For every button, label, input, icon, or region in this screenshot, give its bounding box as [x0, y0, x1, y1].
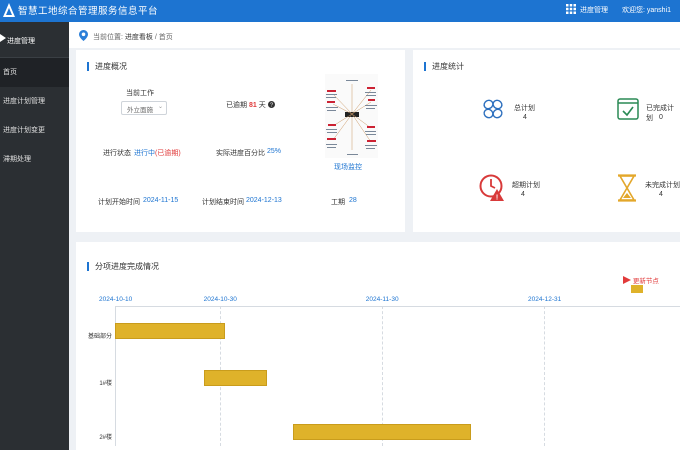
breadcrumb-prefix: 当前位置:	[93, 34, 123, 41]
status-overdue: (已逾期)	[155, 150, 181, 157]
stats-title: 进度统计	[424, 62, 464, 71]
stat-completed-label: 已完成计划	[646, 105, 674, 122]
breadcrumb-section[interactable]: 进度看板	[125, 34, 153, 41]
plan-end-label: 计划结束时间	[202, 199, 244, 206]
app-logo-icon	[3, 3, 15, 17]
gantt-legend: 更新节点	[623, 275, 680, 294]
gantt-x-tick-label: 2024-10-10	[99, 296, 133, 303]
overdue-clock-icon: !	[479, 174, 504, 202]
sidebar: 进度管理 首页 进度计划管理 进度计划变更 滞期处理	[0, 22, 69, 450]
top-bar: 智慧工地综合管理服务信息平台 进度管理 欢迎您: yanshi1	[0, 0, 680, 22]
overdue-prefix: 已逾期	[226, 102, 247, 109]
stat-overdue-value: 4	[521, 191, 525, 198]
stat-unfinished-label: 未完成计划	[645, 182, 680, 189]
gantt-x-axis-line	[115, 306, 680, 307]
sidebar-item-plan-change[interactable]: 进度计划变更	[0, 116, 69, 145]
update-node-marker-icon	[623, 276, 631, 284]
gantt-gridline	[543, 306, 545, 446]
duration-value: 28	[349, 197, 357, 204]
sidebar-collapse-icon[interactable]	[0, 34, 6, 42]
gantt-row-label: 2#楼	[99, 435, 112, 441]
check-window-icon	[617, 98, 639, 120]
sidebar-item-plan-management[interactable]: 进度计划管理	[0, 87, 69, 116]
user-welcome[interactable]: 欢迎您: yanshi1	[622, 5, 671, 15]
status-value: 进行中(已逾期)	[134, 148, 181, 158]
overview-title: 进度概况	[87, 62, 127, 71]
breadcrumb: 当前位置: 进度看板 / 首页	[69, 22, 680, 48]
actual-percent-label: 实际进度百分比	[216, 150, 265, 157]
mind-map-thumbnail[interactable]	[325, 74, 378, 158]
gantt-bar[interactable]	[115, 323, 225, 339]
gantt-row-label: 基础部分	[87, 334, 112, 340]
stat-overdue-label: 超期计划	[512, 182, 540, 189]
breadcrumb-current: 首页	[158, 34, 173, 41]
grid-menu-icon[interactable]	[566, 4, 576, 14]
gantt-card: 分项进度完成情况 更新节点 2024-10-10 2024-10-30 2024-1…	[76, 242, 680, 450]
overview-card: 进度概况 当前工作 外立面施 ⌄ 已逾期 81 天 ? 进行状态 进行中(已逾期…	[76, 50, 405, 232]
module-menu-link[interactable]: 进度管理	[580, 5, 608, 15]
svg-text:!: !	[496, 195, 498, 202]
stat-completed-value: 0	[659, 114, 663, 121]
legend-bar-swatch	[631, 285, 643, 293]
gantt-bar[interactable]	[292, 424, 471, 440]
stat-total-value: 4	[523, 114, 527, 121]
gantt-x-tick-label: 2024-11-30	[365, 296, 399, 303]
plan-end-value: 2024-12-13	[246, 197, 282, 204]
current-work-label: 当前工作	[126, 90, 154, 97]
gantt-row-label: 1#楼	[99, 381, 112, 387]
duration-label: 工期	[331, 199, 345, 206]
sidebar-item-delay-handling[interactable]: 滞期处理	[0, 145, 69, 174]
status-label: 进行状态	[103, 150, 131, 157]
gantt-title: 分项进度完成情况	[87, 262, 159, 271]
breadcrumb-separator: /	[154, 34, 157, 41]
location-pin-icon	[79, 30, 88, 41]
butterfly-icon	[483, 99, 503, 119]
gantt-x-tick-label: 2024-12-31	[527, 296, 562, 303]
gantt-bar[interactable]	[203, 370, 267, 386]
gantt-x-tick-label: 2024-10-30	[203, 296, 237, 303]
overdue-info: 已逾期 81 天 ?	[226, 100, 275, 110]
svg-text:?: ?	[270, 103, 273, 108]
stat-total-label: 总计划	[514, 105, 535, 112]
help-icon[interactable]: ?	[267, 101, 275, 109]
app-title: 智慧工地综合管理服务信息平台	[18, 6, 159, 17]
legend-update-node-label: 更新节点	[632, 278, 659, 285]
status-running: 进行中	[134, 150, 155, 157]
current-work-select[interactable]: 外立面施 ⌄	[121, 101, 167, 115]
plan-start-label: 计划开始时间	[98, 199, 140, 206]
hourglass-icon	[618, 174, 636, 202]
stats-card: 进度统计 总计划 4 已完成计划 0 ! 超期计划 4 未完成计划 4	[413, 50, 680, 232]
sidebar-header: 进度管理	[0, 22, 69, 58]
overdue-suffix: 天	[258, 102, 266, 109]
chevron-down-icon: ⌄	[157, 104, 163, 110]
actual-percent-value: 25%	[267, 148, 282, 155]
plan-start-value: 2024-11-15	[143, 197, 179, 204]
breadcrumb-text: 当前位置: 进度看板 / 首页	[93, 32, 173, 42]
overdue-days: 81	[248, 102, 257, 109]
stat-unfinished-value: 4	[659, 191, 663, 198]
site-monitor-link[interactable]: 现场监控	[334, 162, 362, 172]
current-work-select-value: 外立面施	[127, 107, 153, 114]
sidebar-item-home[interactable]: 首页	[0, 58, 69, 87]
sidebar-header-label: 进度管理	[7, 38, 35, 45]
